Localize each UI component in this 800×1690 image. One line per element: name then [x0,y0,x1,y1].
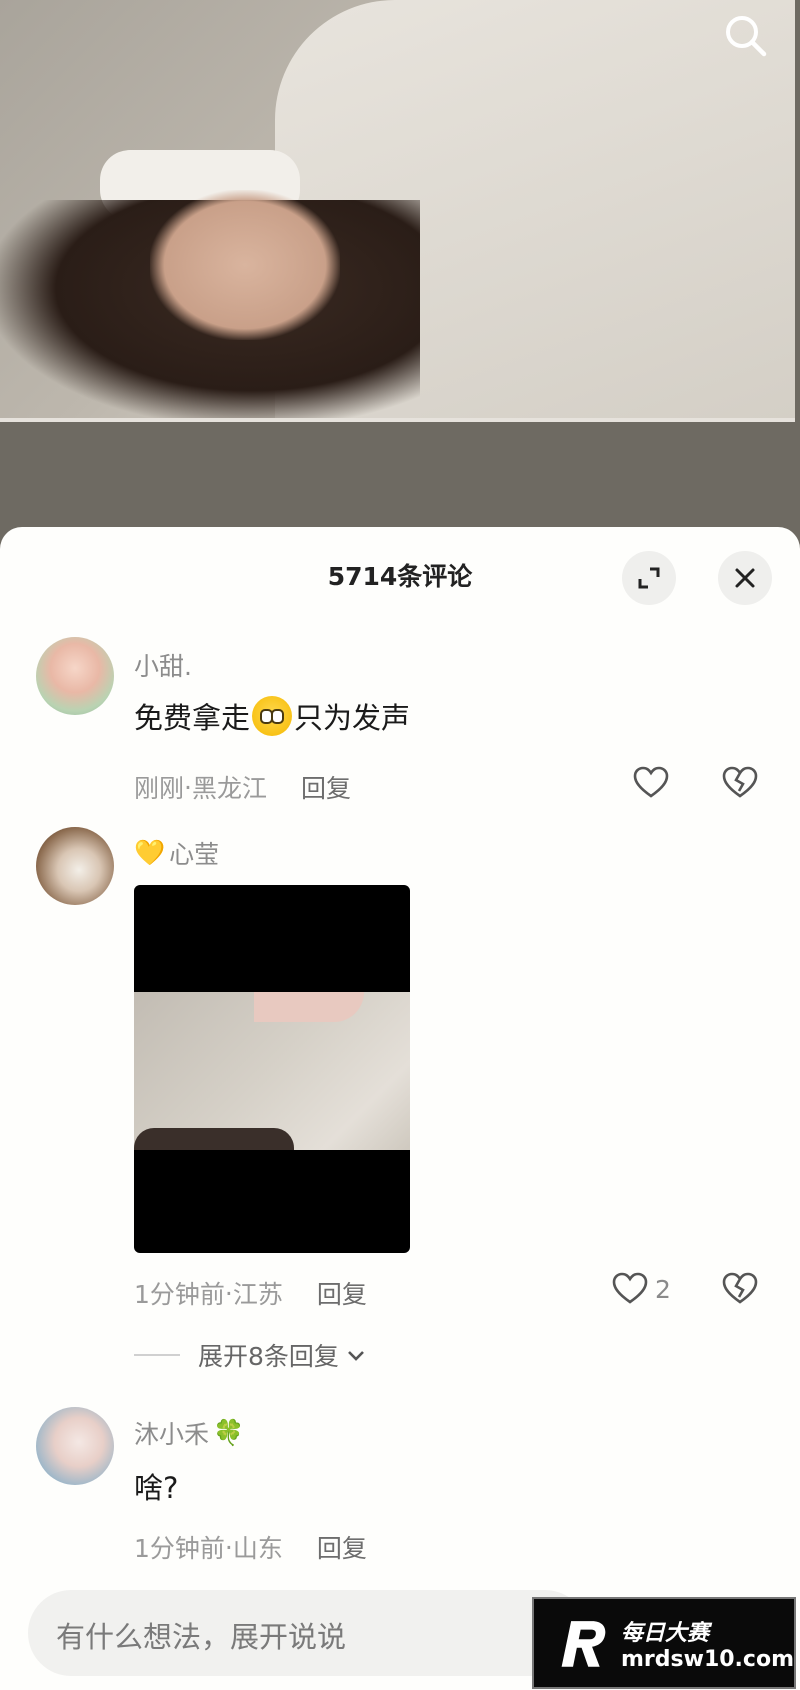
face [150,190,340,340]
watermark-brand: 每日大赛 [621,1620,710,1646]
search-button[interactable] [718,8,774,64]
comment-location: 江苏 [232,1280,283,1309]
like-count: 2 [655,1274,671,1304]
like-button[interactable]: 2 [611,1270,671,1308]
watermark-url: mrdsw10.com [621,1646,794,1672]
comment-time: 1分钟前 [134,1280,225,1309]
comment-video-thumbnail[interactable] [134,885,410,1253]
video-thumbnail-frame [134,992,410,1150]
clover-icon: 🍀 [213,1418,245,1447]
comment-location: 黑龙江 [191,774,267,803]
avatar[interactable] [36,827,114,905]
like-button[interactable] [632,764,670,802]
comments-panel: 5714条评论 小甜. 免费拿走 只为发声 刚刚 · 黑龙江 回复 💛 心莹 1… [0,527,800,1690]
username[interactable]: 沐小禾 🍀 [134,1415,244,1451]
reply-button[interactable]: 回复 [317,1529,367,1565]
heart-broken-icon [722,766,758,798]
chevron-down-icon [347,1351,364,1361]
comment-text: 啥? [134,1471,179,1505]
comment-input[interactable]: 有什么想法，展开说说 [28,1590,588,1676]
brand-logo-icon [561,1621,606,1667]
avatar[interactable] [36,637,114,715]
expand-replies-button[interactable]: 展开8条回复 [134,1337,367,1373]
video-frame[interactable] [0,0,795,422]
avatar[interactable] [36,1407,114,1485]
dislike-button[interactable] [721,1270,759,1312]
frame-border [0,418,795,422]
expand-icon [638,567,660,589]
expand-panel-button[interactable] [622,551,676,605]
username[interactable]: 💛 心莹 [134,835,219,871]
username[interactable]: 小甜. [134,647,192,683]
reply-button[interactable]: 回复 [301,769,351,805]
comment-location: 山东 [232,1534,283,1563]
comments-count-title: 5714条评论 [327,562,473,591]
heart-broken-icon [722,1272,758,1304]
reply-button[interactable]: 回复 [317,1275,367,1311]
crying-face-emoji-icon [252,696,293,736]
comment-time: 1分钟前 [134,1534,225,1563]
heart-icon [633,766,669,798]
comment-meta: 刚刚 · 黑龙江 回复 [134,769,351,805]
heart-icon [612,1272,648,1304]
comment-meta: 1分钟前 · 江苏 回复 [134,1275,367,1311]
divider-line [134,1354,180,1356]
close-panel-button[interactable] [718,551,772,605]
yellow-heart-icon: 💛 [134,838,166,867]
close-icon [735,568,755,588]
video-background [0,0,800,540]
comment-meta: 1分钟前 · 山东 回复 [134,1529,367,1565]
dislike-button[interactable] [721,764,759,806]
comment-time: 刚刚 [134,774,185,803]
comment-text: 免费拿走 只为发声 [134,695,410,737]
search-icon [726,16,767,57]
watermark-logo: 每日大赛 mrdsw10.com [532,1597,796,1689]
comment-input-placeholder: 有什么想法，展开说说 [56,1620,347,1654]
